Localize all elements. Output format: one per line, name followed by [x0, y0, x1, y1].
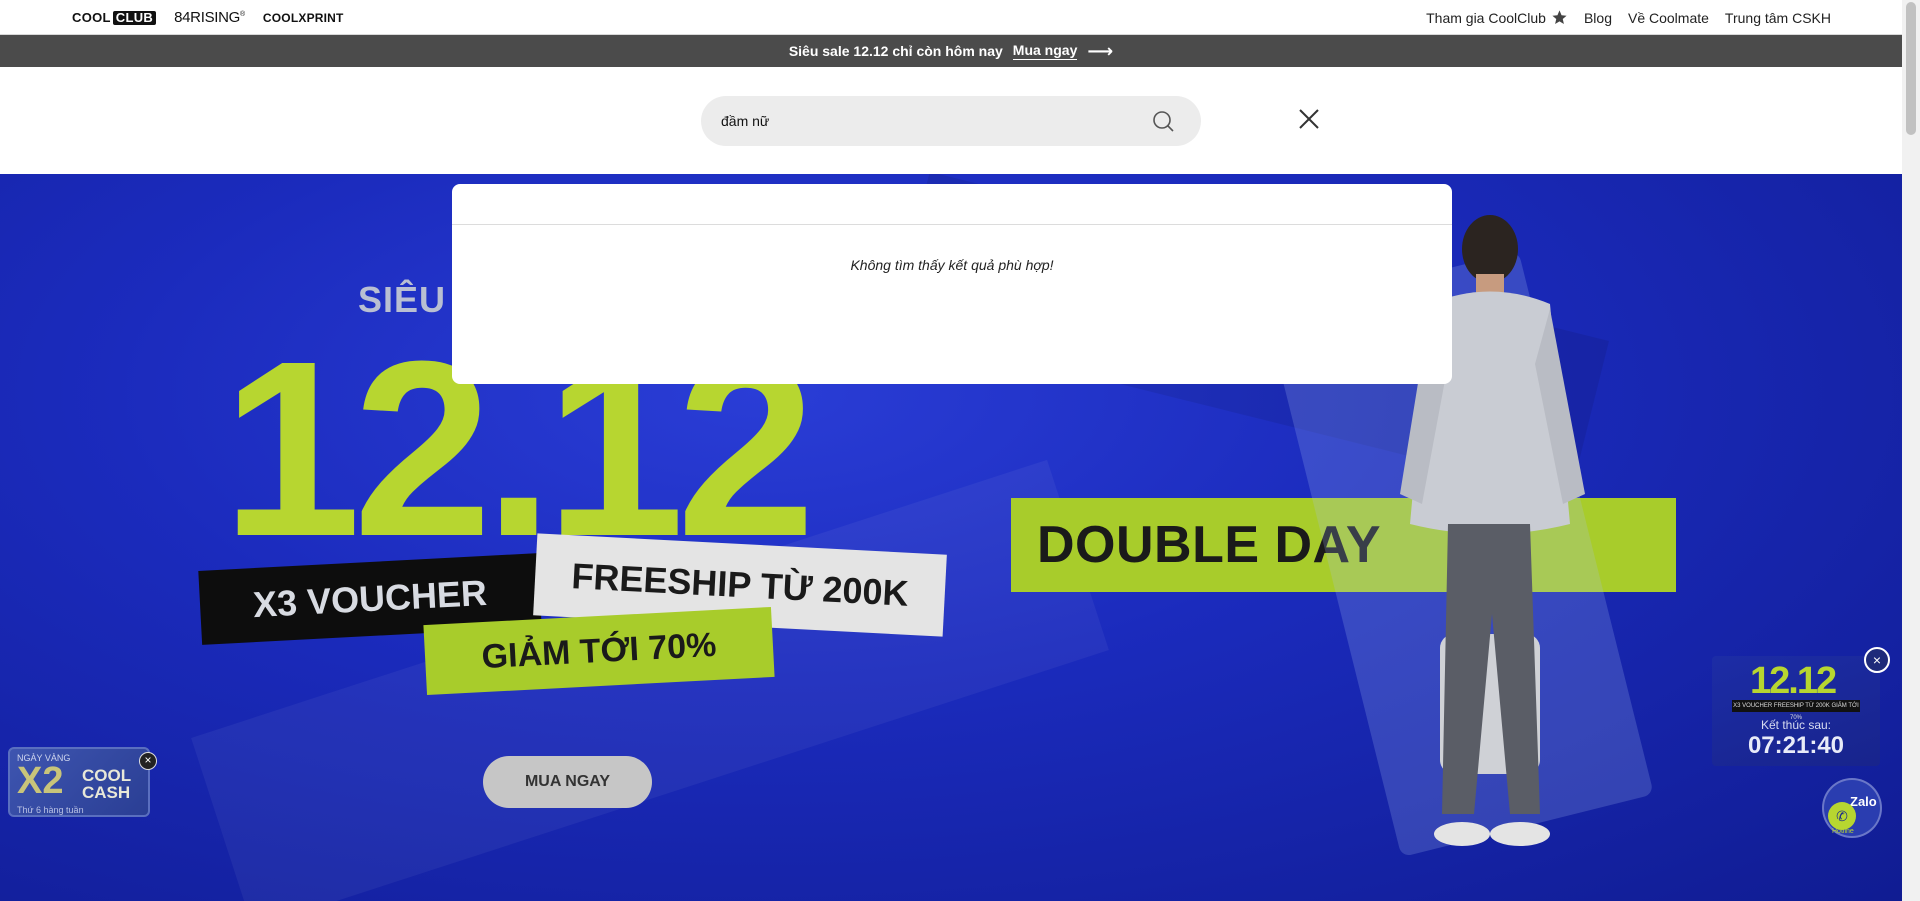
cool-cash-cash: CASH: [82, 783, 131, 802]
brand-84rising-link[interactable]: 84RISING®: [174, 9, 245, 26]
countdown-label: Kết thúc sau:: [1760, 718, 1832, 732]
countdown-close-icon[interactable]: ×: [1864, 647, 1890, 673]
promo-banner: Siêu sale 12.12 chỉ còn hôm nay Mua ngay…: [0, 35, 1902, 67]
zalo-label: Zalo: [1850, 794, 1877, 809]
hotline-label: Hotline: [1832, 828, 1854, 835]
brand-links: COOL CLUB 84RISING® COOLXPRINT: [72, 0, 344, 35]
promo-text: Siêu sale 12.12 chỉ còn hôm nay: [788, 43, 1003, 59]
star-icon: [1552, 10, 1567, 25]
join-coolclub-link[interactable]: Tham gia CoolClub: [1426, 9, 1568, 26]
arrow-right-icon[interactable]: ⟶: [1087, 42, 1113, 60]
cool-cash-schedule: Thứ 6 hàng tuần: [17, 805, 84, 815]
brand-coolclub-link[interactable]: COOL CLUB: [72, 10, 157, 25]
customer-support-link[interactable]: Trung tâm CSKH: [1725, 10, 1831, 26]
search-input[interactable]: [721, 96, 1141, 146]
cool-cash-widget[interactable]: NGÀY VÀNG X2 COOL CASH Thứ 6 hàng tuần: [8, 747, 150, 817]
results-divider: [452, 224, 1452, 225]
close-icon[interactable]: [1297, 107, 1321, 131]
top-bar: COOL CLUB 84RISING® COOLXPRINT Tham gia …: [0, 0, 1902, 35]
join-coolclub-label: Tham gia CoolClub: [1426, 9, 1546, 26]
page-scrollbar[interactable]: [1902, 0, 1920, 901]
brand-coolclub-cool: COOL: [72, 10, 111, 25]
cool-cash-close-icon[interactable]: ×: [139, 752, 157, 770]
brand-coolxprint-link[interactable]: COOLXPRINT: [263, 11, 344, 25]
search-box: [701, 96, 1201, 146]
countdown-title: 12.12: [1750, 660, 1837, 702]
countdown-widget[interactable]: 12.12 X3 VOUCHER FREESHIP TỪ 200K GIẢM T…: [1712, 656, 1880, 766]
phone-icon: ✆: [1828, 802, 1856, 830]
cool-cash-x2: X2: [17, 760, 64, 802]
brand-84rising-mark: ®: [240, 11, 245, 18]
no-results-message: Không tìm thấy kết quả phù hợp!: [850, 257, 1054, 273]
search-header: [0, 67, 1902, 174]
about-coolmate-link[interactable]: Về Coolmate: [1628, 10, 1709, 26]
brand-coolclub-club: CLUB: [112, 10, 157, 25]
cool-cash-title: COOL CASH: [82, 767, 131, 801]
search-results-panel: Không tìm thấy kết quả phù hợp!: [452, 184, 1452, 384]
top-nav: Tham gia CoolClub Blog Về Coolmate Trung…: [1426, 0, 1831, 35]
countdown-subtitle: X3 VOUCHER FREESHIP TỪ 200K GIẢM TỚI 70%: [1732, 700, 1860, 721]
promo-buy-now-link[interactable]: Mua ngay: [1012, 42, 1078, 60]
scrollbar-thumb[interactable]: [1906, 2, 1916, 135]
zalo-contact-button[interactable]: Zalo ✆ Hotline: [1822, 778, 1882, 838]
hero-buy-now-button[interactable]: MUA NGAY: [483, 756, 652, 808]
countdown-clock: 07:21:40: [1747, 732, 1845, 759]
brand-84rising-label: 84RISING: [174, 9, 241, 26]
search-icon[interactable]: [1151, 109, 1175, 133]
blog-link[interactable]: Blog: [1584, 10, 1612, 26]
